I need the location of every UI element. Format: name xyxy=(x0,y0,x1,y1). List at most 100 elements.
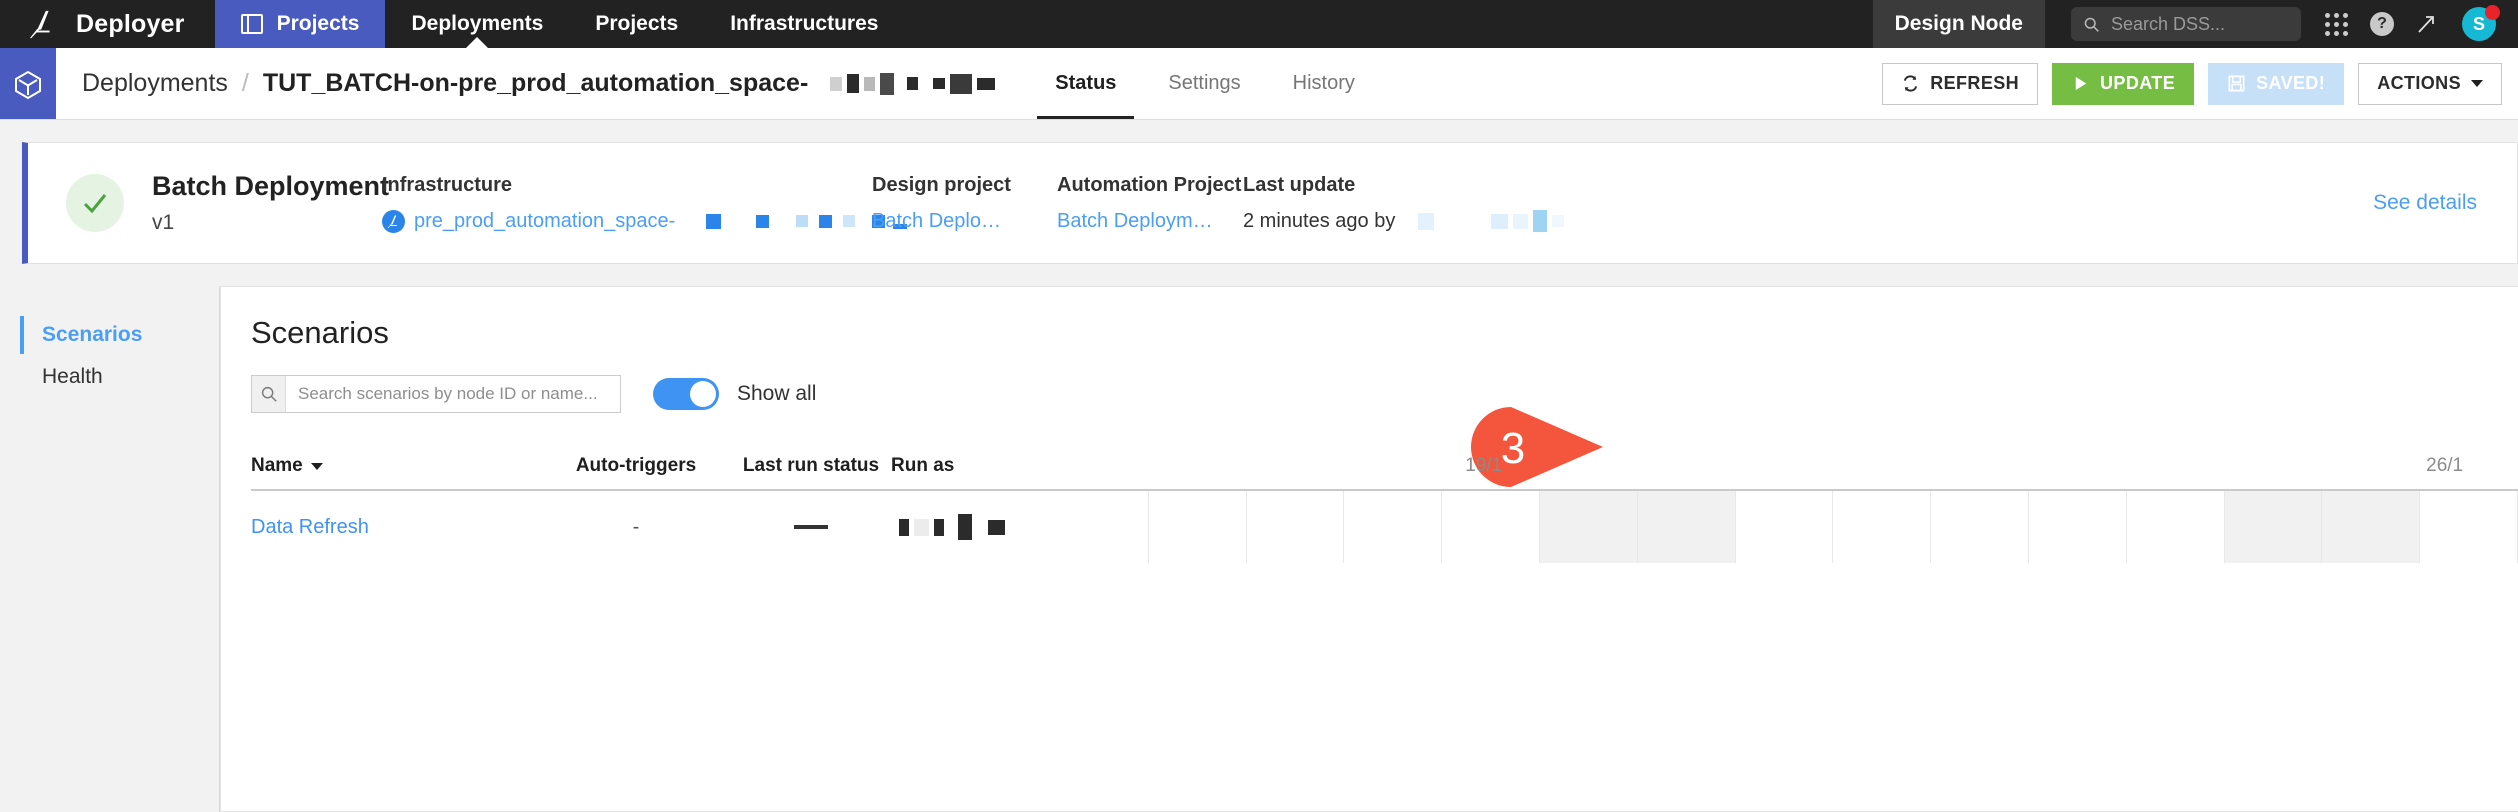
timeline-cell-weekend xyxy=(2322,491,2421,563)
column-header-auto-triggers[interactable]: Auto-triggers xyxy=(541,455,731,477)
design-project-field: Design project Batch Deplo… xyxy=(872,174,1057,233)
sidebar-item-scenarios[interactable]: Scenarios xyxy=(0,314,219,356)
search-icon xyxy=(261,386,277,402)
show-all-toggle[interactable] xyxy=(653,378,719,410)
timeline-cell-weekend xyxy=(2224,491,2323,563)
nav-item-projects[interactable]: Projects xyxy=(214,0,386,48)
actions-label: ACTIONS xyxy=(2377,73,2461,93)
tab-label: History xyxy=(1292,72,1355,94)
projects-panel-icon xyxy=(240,14,263,34)
design-node-indicator[interactable]: Design Node xyxy=(1872,0,2045,48)
notification-badge xyxy=(2485,5,2500,20)
search-icon xyxy=(2084,17,2099,32)
redacted-user-block xyxy=(899,514,1005,540)
table-header-row: Name Auto-triggers Last run status Run a… xyxy=(251,447,2518,489)
tab-status[interactable]: Status xyxy=(1029,48,1142,119)
timeline-cell xyxy=(2029,491,2127,563)
scenarios-controls: Show all xyxy=(251,375,2518,413)
show-all-control[interactable]: Show all xyxy=(653,378,816,410)
timeline-cell-weekend xyxy=(1637,491,1736,563)
timeline-axis: 19/1 26/1 xyxy=(1051,447,2518,477)
column-header-name[interactable]: Name xyxy=(251,455,541,477)
sidebar-item-label: Health xyxy=(42,365,103,388)
table-row[interactable]: Data Refresh - xyxy=(251,491,2518,563)
column-label: Name xyxy=(251,455,303,476)
global-search[interactable] xyxy=(2071,7,2301,41)
brand-home-link[interactable]: Deployer xyxy=(0,0,215,48)
column-header-last-run-status[interactable]: Last run status xyxy=(731,455,891,477)
nav-item-label: Projects xyxy=(595,12,679,35)
scenario-search[interactable] xyxy=(251,375,621,413)
deployment-version: v1 xyxy=(152,211,175,234)
last-update-value-row: 2 minutes ago by xyxy=(1243,210,1565,233)
sidebar-item-health[interactable]: Health xyxy=(0,356,219,398)
design-project-link[interactable]: Batch Deplo… xyxy=(872,210,1057,233)
see-details-link[interactable]: See details xyxy=(2373,191,2477,215)
scenarios-table: Name Auto-triggers Last run status Run a… xyxy=(251,447,2518,563)
avatar-initial: S xyxy=(2472,13,2485,34)
timeline-cell xyxy=(1931,491,2029,563)
scenario-search-input[interactable] xyxy=(286,376,620,412)
sidebar-item-label: Scenarios xyxy=(42,323,143,346)
breadcrumb-root-link[interactable]: Deployments xyxy=(82,69,228,98)
scenario-run-as xyxy=(891,491,1051,563)
trending-up-icon[interactable] xyxy=(2416,12,2440,36)
redacted-text-block xyxy=(830,72,996,95)
nav-item-label: Infrastructures xyxy=(730,12,879,35)
user-avatar[interactable]: S xyxy=(2462,5,2500,41)
header-action-buttons: REFRESH UPDATE SAVED! ACTIONS xyxy=(1882,48,2518,119)
timeline-cell xyxy=(1149,491,1247,563)
status-card-wrapper: Batch Deployment v1 Infrastructure pre_p… xyxy=(0,120,2518,487)
deployment-title: Batch Deployment xyxy=(152,171,390,201)
dataiku-node-icon xyxy=(382,209,405,233)
page-header: Deployments / TUT_BATCH-on-pre_prod_auto… xyxy=(0,48,2518,222)
timeline-cell xyxy=(1247,491,1345,563)
refresh-button[interactable]: REFRESH xyxy=(1882,62,2039,105)
tab-settings[interactable]: Settings xyxy=(1142,48,1266,119)
scenario-auto-triggers: - xyxy=(632,515,640,538)
design-node-label: Design Node xyxy=(1894,12,2023,35)
actions-dropdown-button[interactable]: ACTIONS xyxy=(2358,62,2502,105)
last-update-field: Last update 2 minutes ago by xyxy=(1243,174,1565,233)
check-icon xyxy=(83,194,107,214)
nav-item-infrastructures[interactable]: Infrastructures xyxy=(704,0,904,48)
top-navigation-bar: Deployer Projects Deployments Projects I… xyxy=(0,0,2518,48)
update-label: UPDATE xyxy=(2100,73,2176,93)
refresh-label: REFRESH xyxy=(1930,73,2020,93)
saved-label: SAVED! xyxy=(2256,73,2326,93)
automation-project-link[interactable]: Batch Deploym… xyxy=(1057,210,1243,233)
left-sidebar: Scenarios Health xyxy=(0,286,220,812)
scenarios-panel: Scenarios Show all xyxy=(220,286,2518,812)
timeline-label: 26/1 xyxy=(2426,455,2464,476)
nav-item-projects-2[interactable]: Projects xyxy=(569,0,704,48)
nav-item-deployments[interactable]: Deployments xyxy=(385,0,569,48)
refresh-icon xyxy=(1904,75,1918,92)
update-button[interactable]: UPDATE xyxy=(2052,62,2195,105)
see-details-wrapper: See details xyxy=(2373,191,2517,215)
help-icon[interactable]: ? xyxy=(2370,12,2394,36)
header-tabs: Status Settings History xyxy=(1029,48,1381,119)
nav-item-label: Deployments xyxy=(411,12,544,35)
infrastructure-link[interactable]: pre_prod_automation_space- xyxy=(382,209,908,233)
infrastructure-value: pre_prod_automation_space- xyxy=(414,209,676,232)
deployment-type-icon-box xyxy=(0,48,56,119)
chevron-down-icon xyxy=(2471,80,2483,87)
tab-history[interactable]: History xyxy=(1267,48,1381,119)
nav-icon-group: ? S xyxy=(2301,0,2518,48)
column-header-run-as[interactable]: Run as xyxy=(891,455,1051,477)
infrastructure-field: Infrastructure pre_prod_automation_space… xyxy=(382,173,908,233)
play-icon xyxy=(2075,76,2087,91)
timeline-label: 19/1 xyxy=(1465,455,1503,476)
search-icon-box xyxy=(252,376,286,412)
save-disk-icon xyxy=(2228,75,2245,92)
search-input[interactable] xyxy=(2111,13,2289,35)
status-ok-badge xyxy=(66,174,124,232)
scenario-name-link[interactable]: Data Refresh xyxy=(251,491,541,563)
timeline-cell xyxy=(1736,491,1834,563)
timeline-cell-weekend xyxy=(1539,491,1638,563)
brand-name: Deployer xyxy=(76,9,185,38)
breadcrumb: Deployments / TUT_BATCH-on-pre_prod_auto… xyxy=(56,48,996,119)
apps-grid-icon[interactable] xyxy=(2325,12,2348,36)
infrastructure-label: Infrastructure xyxy=(382,173,513,196)
